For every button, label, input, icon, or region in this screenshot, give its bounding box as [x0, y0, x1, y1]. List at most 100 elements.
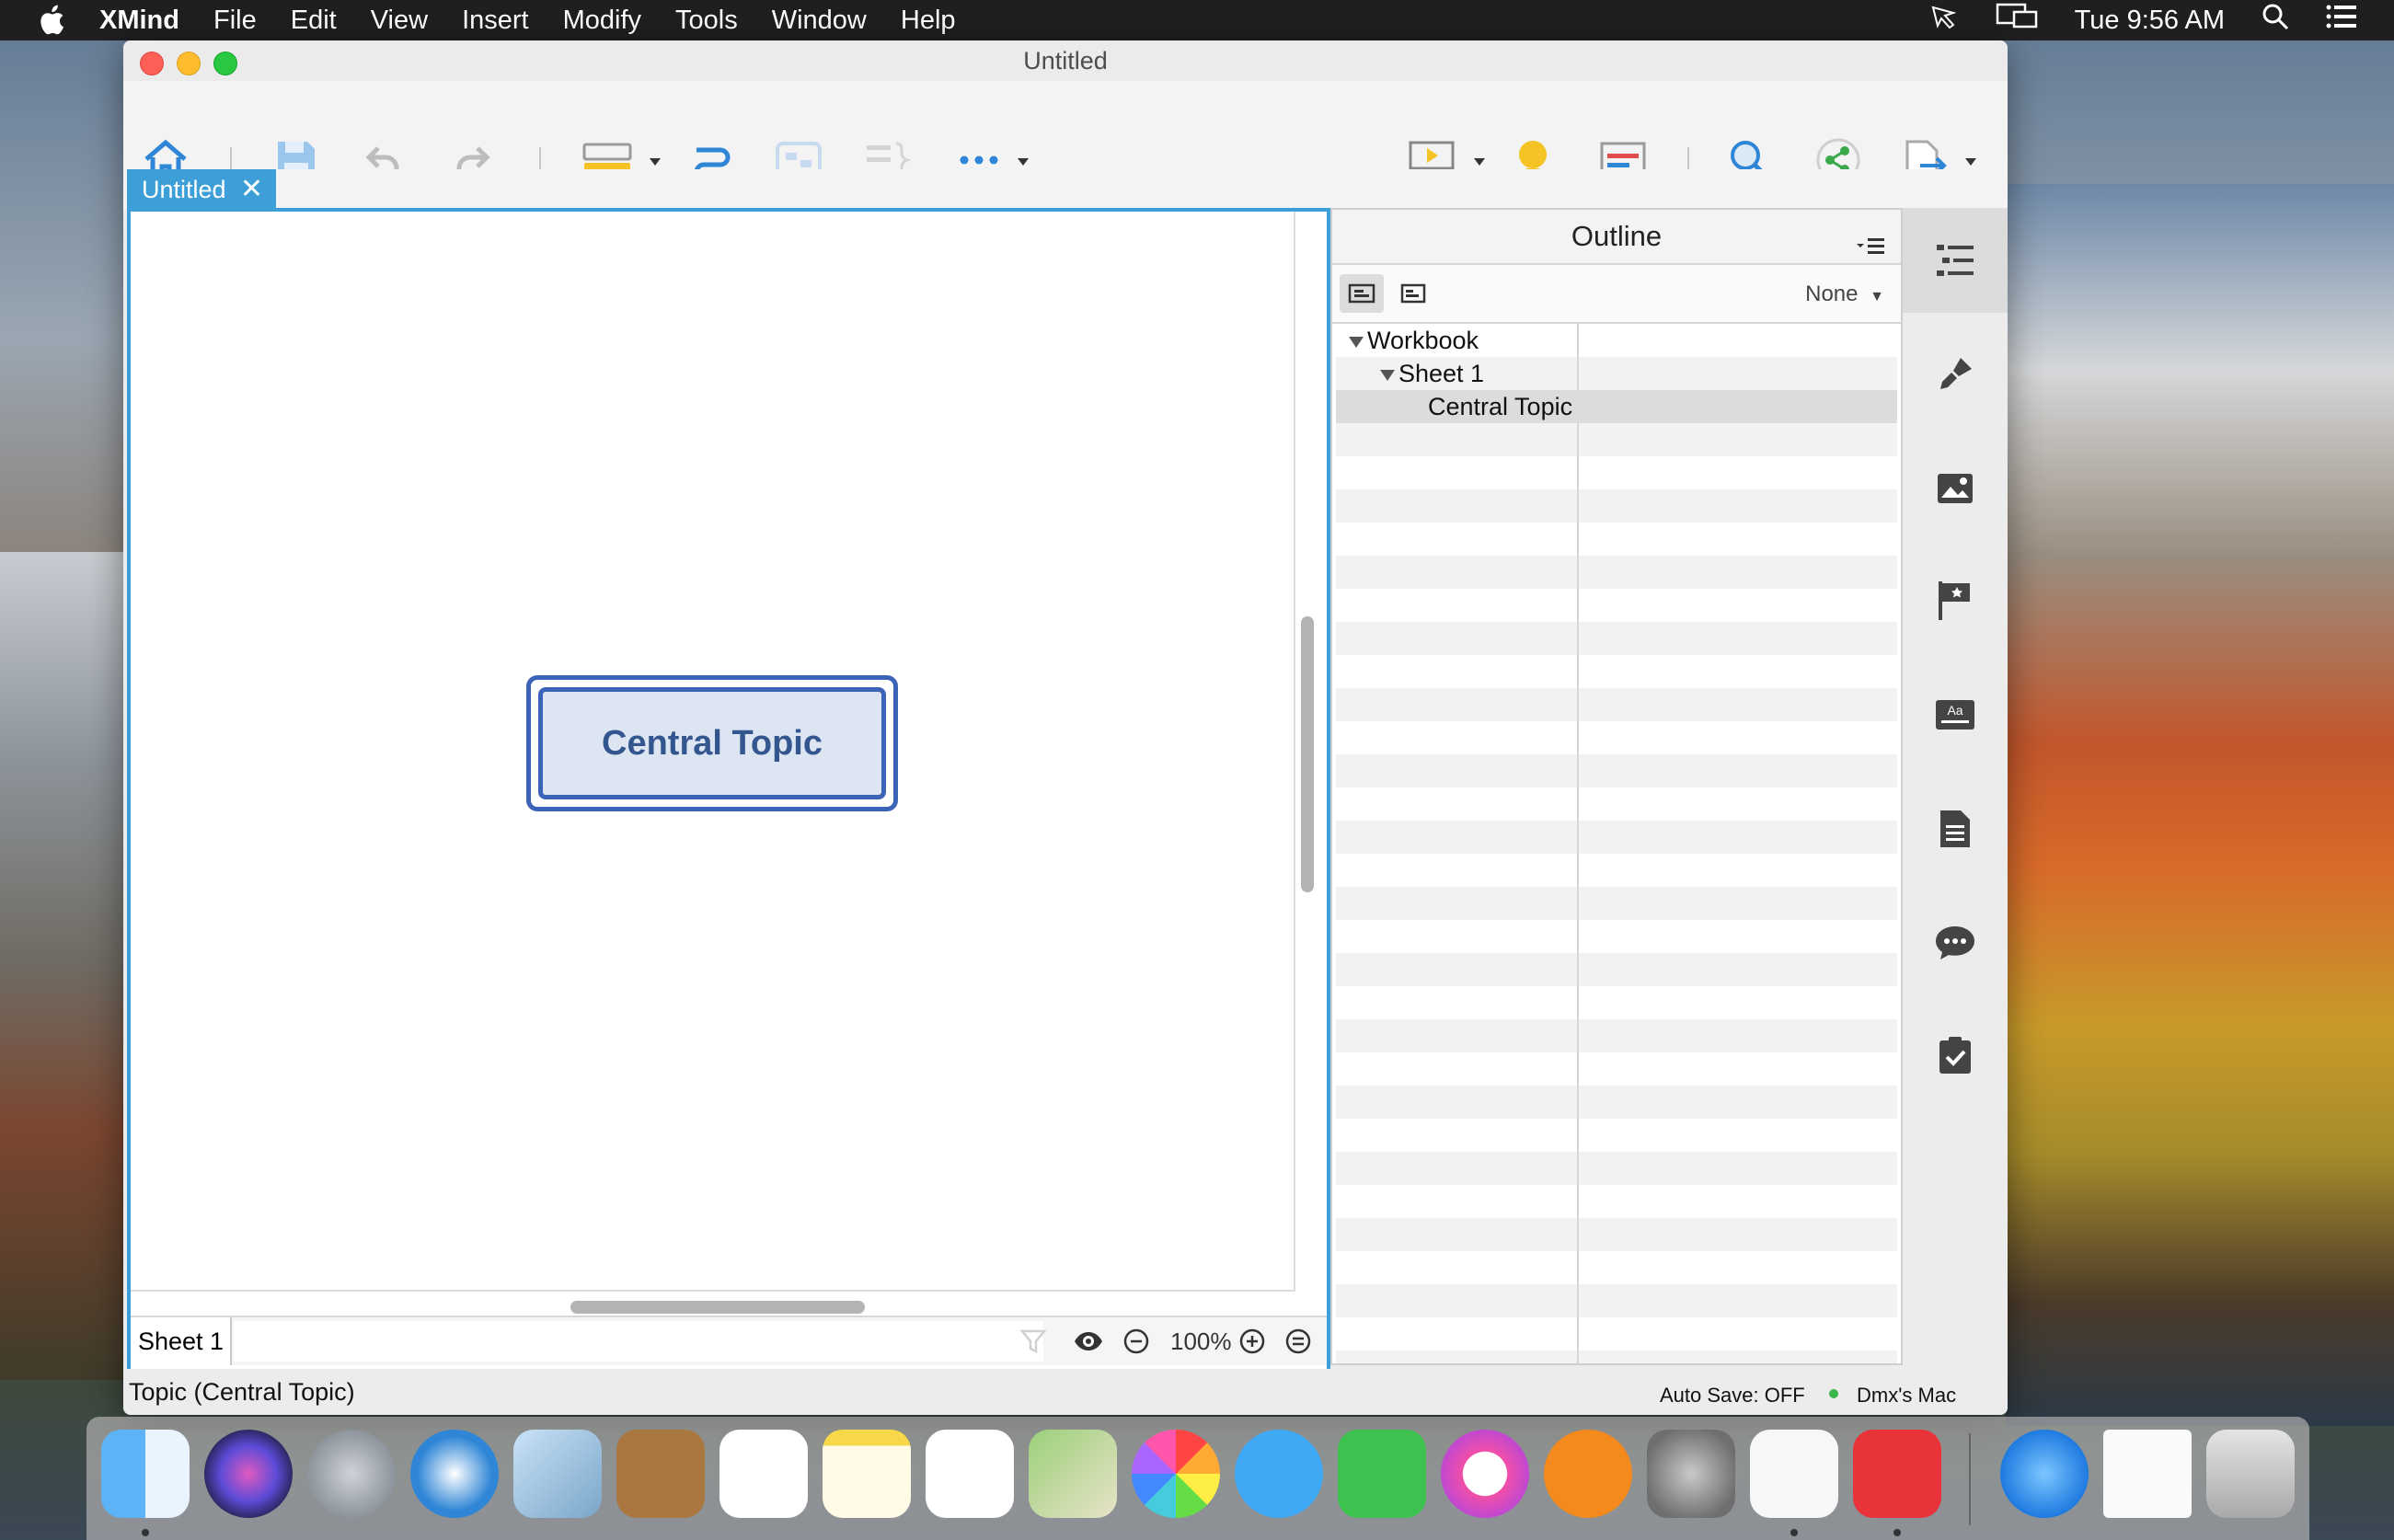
textedit-icon[interactable]	[1750, 1430, 1838, 1518]
outline-row-workbook[interactable]: Workbook	[1336, 324, 1897, 357]
menu-modify[interactable]: Modify	[563, 6, 641, 36]
ibooks-icon[interactable]	[1544, 1430, 1632, 1518]
menu-view[interactable]: View	[371, 6, 428, 36]
filter-icon	[1019, 1329, 1047, 1354]
window-titlebar: Untitled	[123, 40, 2008, 81]
minimize-window-button[interactable]	[177, 52, 201, 75]
document-icon[interactable]	[2103, 1430, 2192, 1518]
zoom-level[interactable]: 100%	[1170, 1317, 1232, 1365]
outline-row-label: Sheet 1	[1398, 360, 1485, 387]
document-tab-bar	[123, 169, 2008, 210]
cursor-tool-icon[interactable]	[1931, 4, 1959, 37]
messages-icon[interactable]	[1235, 1430, 1323, 1518]
mindmap-canvas[interactable]: Central Topic	[131, 212, 1295, 1292]
menu-clock[interactable]: Tue 9:56 AM	[2075, 6, 2225, 36]
style-panel-button[interactable]: Aa	[1903, 662, 2008, 767]
finder-icon[interactable]	[101, 1430, 190, 1518]
fit-map-button[interactable]	[1284, 1317, 1312, 1365]
launchpad-icon[interactable]	[307, 1430, 396, 1518]
outline-row-label: Workbook	[1367, 327, 1479, 354]
outline-filter-select[interactable]: None ▼	[1805, 282, 1884, 307]
vertical-scrollbar[interactable]	[1301, 616, 1314, 892]
outline-title: Outline	[1571, 220, 1663, 252]
photos-icon[interactable]	[1132, 1430, 1220, 1518]
markers-panel-button[interactable]	[1903, 548, 2008, 653]
zoom-in-button[interactable]	[1238, 1317, 1266, 1365]
notes-app-icon[interactable]	[823, 1430, 911, 1518]
zoom-out-button[interactable]	[1122, 1317, 1150, 1365]
menu-file[interactable]: File	[213, 6, 257, 36]
brush-icon	[1940, 358, 1972, 389]
menu-help[interactable]: Help	[901, 6, 956, 36]
tab-label: Untitled	[142, 176, 226, 203]
siri-icon[interactable]	[204, 1430, 293, 1518]
filter-button[interactable]	[1019, 1317, 1047, 1365]
running-indicator	[142, 1529, 149, 1536]
zoom-window-button[interactable]	[213, 52, 237, 75]
notification-center-icon[interactable]	[2326, 5, 2357, 36]
apple-icon[interactable]	[35, 4, 66, 37]
more-dropdown-caret[interactable]	[1018, 158, 1029, 166]
visibility-button[interactable]	[1073, 1317, 1104, 1365]
export-dropdown-caret[interactable]	[1965, 158, 1976, 166]
outline-panel: Outline None ▼ Workbook Sheet 1 Central …	[1330, 208, 1903, 1365]
online-status-dot	[1829, 1389, 1838, 1398]
contacts-icon[interactable]	[616, 1430, 705, 1518]
topic-dropdown-caret[interactable]	[650, 158, 661, 166]
outline-row-label: Central Topic	[1428, 393, 1573, 420]
autosave-status[interactable]: Auto Save: OFF	[1660, 1384, 1805, 1408]
notes-icon	[1940, 810, 1970, 847]
app-window: Untitled Untitled ✕ Central Topic Sheet …	[123, 40, 2008, 1415]
outline-topics-icon	[1348, 283, 1375, 304]
task-panel-button[interactable]	[1903, 1003, 2008, 1108]
outline-panel-button[interactable]	[1903, 208, 2008, 313]
outline-row-central-topic[interactable]: Central Topic	[1336, 390, 1897, 423]
image-icon	[1938, 474, 1973, 503]
menu-edit[interactable]: Edit	[291, 6, 337, 36]
close-window-button[interactable]	[140, 52, 164, 75]
eye-icon	[1075, 1332, 1102, 1350]
outline-toolbar: None ▼	[1332, 265, 1901, 324]
spotlight-icon[interactable]	[2262, 3, 2289, 38]
horizontal-scrollbar[interactable]	[570, 1301, 865, 1314]
close-tab-icon[interactable]: ✕	[240, 169, 263, 210]
itunes-icon[interactable]	[1441, 1430, 1529, 1518]
menu-insert[interactable]: Insert	[462, 6, 529, 36]
xmind-dock-icon[interactable]	[1853, 1430, 1941, 1518]
calendar-icon[interactable]	[719, 1430, 808, 1518]
comment-icon	[1936, 926, 1974, 960]
outline-sheets-icon	[1400, 283, 1426, 304]
menu-app-name[interactable]: XMind	[99, 6, 179, 36]
presentation-dropdown-caret[interactable]	[1474, 158, 1485, 166]
trash-icon[interactable]	[2206, 1430, 2295, 1518]
comments-panel-button[interactable]	[1903, 891, 2008, 995]
display-mirroring-icon[interactable]	[1996, 3, 2038, 38]
reminders-icon[interactable]	[926, 1430, 1014, 1518]
expand-triangle-icon[interactable]	[1380, 369, 1395, 381]
desktop-wallpaper-left	[0, 552, 129, 1380]
outline-view-topics-button[interactable]	[1340, 274, 1384, 313]
menu-window[interactable]: Window	[772, 6, 867, 36]
notes-panel-button[interactable]	[1903, 776, 2008, 881]
safari-icon[interactable]	[410, 1430, 499, 1518]
central-topic-label[interactable]: Central Topic	[538, 687, 886, 799]
running-indicator	[1790, 1529, 1798, 1536]
menu-tools[interactable]: Tools	[675, 6, 738, 36]
outline-row-sheet[interactable]: Sheet 1	[1336, 357, 1897, 390]
mail-icon[interactable]	[513, 1430, 602, 1518]
outline-column-divider	[1577, 324, 1579, 1363]
app-store-icon[interactable]	[2000, 1430, 2089, 1518]
system-preferences-icon[interactable]	[1647, 1430, 1735, 1518]
status-bar: Topic (Central Topic) Auto Save: OFF Dmx…	[123, 1369, 2008, 1415]
maps-icon[interactable]	[1029, 1430, 1117, 1518]
user-status[interactable]: Dmx's Mac	[1857, 1384, 1956, 1408]
format-panel-button[interactable]	[1903, 322, 2008, 427]
central-topic[interactable]: Central Topic	[526, 675, 898, 811]
sheet-tab[interactable]: Sheet 1	[131, 1317, 232, 1365]
expand-triangle-icon[interactable]	[1349, 336, 1364, 348]
facetime-icon[interactable]	[1338, 1430, 1426, 1518]
outline-view-sheets-button[interactable]	[1391, 274, 1435, 313]
image-panel-button[interactable]	[1903, 436, 2008, 541]
zoom-out-icon	[1123, 1328, 1149, 1354]
tab-untitled[interactable]: Untitled ✕	[127, 169, 276, 210]
